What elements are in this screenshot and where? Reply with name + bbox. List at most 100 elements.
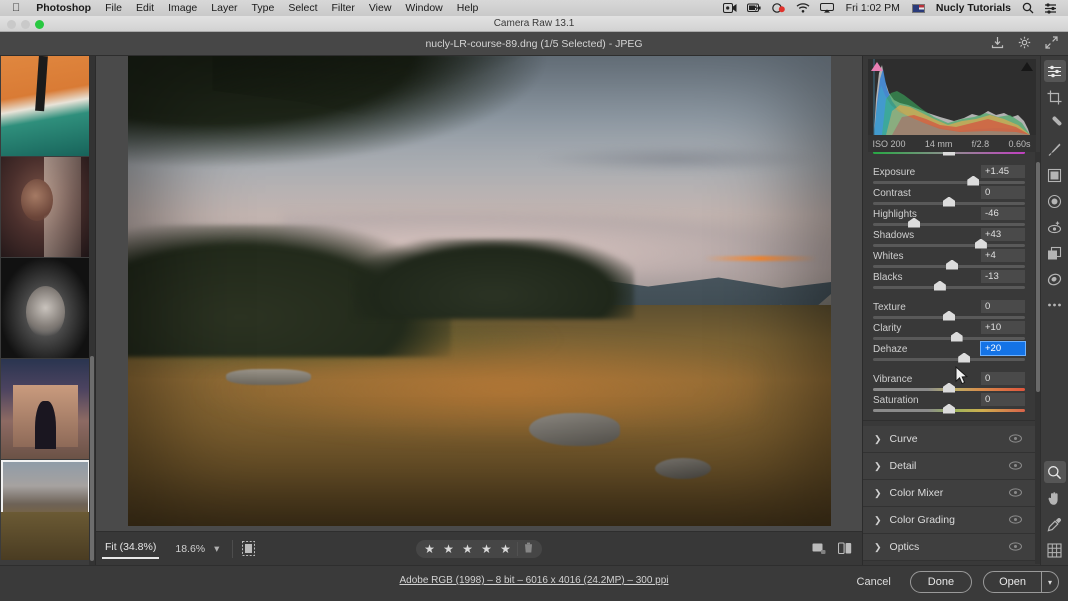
- slider-saturation-handle[interactable]: [943, 403, 955, 414]
- eye-icon[interactable]: [1009, 538, 1022, 556]
- filmstrip-panel[interactable]: [0, 56, 96, 565]
- preferences-gear-icon[interactable]: [1018, 36, 1031, 52]
- menu-item-window[interactable]: Window: [398, 2, 449, 14]
- slider-contrast-track[interactable]: [873, 196, 1025, 207]
- slider-texture-track[interactable]: [873, 310, 1025, 321]
- us-flag-icon[interactable]: [907, 3, 930, 13]
- menu-item-layer[interactable]: Layer: [204, 2, 244, 14]
- before-after-view-icon[interactable]: [838, 542, 852, 555]
- eye-icon[interactable]: [1009, 457, 1022, 475]
- zoom-tool[interactable]: [1043, 461, 1066, 483]
- slider-clarity-value[interactable]: +10: [981, 321, 1025, 334]
- slider-tint-handle[interactable]: [943, 152, 955, 156]
- eyedropper-tool[interactable]: [1044, 513, 1066, 535]
- menu-item-edit[interactable]: Edit: [129, 2, 161, 14]
- slider-clarity[interactable]: Clarity +10: [863, 321, 1035, 343]
- star-5[interactable]: ★: [496, 542, 515, 556]
- slider-clarity-track[interactable]: [873, 331, 1025, 342]
- menu-item-photoshop[interactable]: Photoshop: [29, 2, 98, 14]
- menu-item-file[interactable]: File: [98, 2, 129, 14]
- filmstrip-toggle-icon[interactable]: [242, 541, 256, 556]
- battery-icon[interactable]: [742, 3, 767, 13]
- grid-overlay-tool[interactable]: [1044, 539, 1066, 561]
- slider-exposure-handle[interactable]: [967, 175, 980, 186]
- highlight-clipping-indicator[interactable]: [1020, 62, 1033, 71]
- slider-clarity-handle[interactable]: [950, 331, 963, 342]
- single-view-icon[interactable]: [812, 542, 826, 555]
- slider-texture-value[interactable]: 0: [981, 300, 1025, 313]
- slider-blacks[interactable]: Blacks -13: [863, 270, 1035, 292]
- slider-contrast-value[interactable]: 0: [981, 186, 1025, 199]
- done-button[interactable]: Done: [909, 571, 973, 593]
- airplay-icon[interactable]: [815, 3, 839, 13]
- apple-logo-icon[interactable]: : [6, 2, 29, 14]
- menu-item-image[interactable]: Image: [161, 2, 204, 14]
- save-image-icon[interactable]: [991, 36, 1004, 52]
- section-curve[interactable]: ❯ Curve: [863, 426, 1035, 453]
- slider-shadows-track[interactable]: [873, 238, 1025, 249]
- slider-vibrance-track[interactable]: [873, 382, 1025, 393]
- slider-saturation-value[interactable]: 0: [981, 393, 1025, 406]
- thumbnail-3-portrait-bw[interactable]: [1, 258, 90, 358]
- section-optics[interactable]: ❯ Optics: [863, 534, 1035, 561]
- menu-item-type[interactable]: Type: [245, 2, 282, 14]
- masking-brush-tool[interactable]: [1044, 138, 1066, 160]
- snapshots-tool[interactable]: [1044, 268, 1066, 290]
- radial-mask-tool[interactable]: [1044, 190, 1066, 212]
- red-eye-tool[interactable]: [1044, 216, 1066, 238]
- thumbnail-1-aerial-beach[interactable]: [1, 56, 90, 156]
- slider-whites-handle[interactable]: [946, 259, 959, 270]
- slider-texture[interactable]: Texture 0: [863, 300, 1035, 322]
- star-1[interactable]: ★: [420, 542, 439, 556]
- star-rating-control[interactable]: ★ ★ ★ ★ ★: [416, 539, 542, 558]
- wifi-icon[interactable]: [791, 3, 815, 13]
- slider-vibrance-handle[interactable]: [943, 382, 955, 393]
- shadow-clipping-indicator[interactable]: [870, 62, 883, 71]
- slider-vibrance-value[interactable]: 0: [981, 372, 1025, 385]
- slider-exposure[interactable]: Exposure +1.45: [863, 165, 1035, 187]
- thumbnail-5-landscape[interactable]: [1, 460, 90, 560]
- menu-item-view[interactable]: View: [362, 2, 399, 14]
- eye-icon[interactable]: [1009, 511, 1022, 529]
- slider-contrast[interactable]: Contrast 0: [863, 186, 1035, 208]
- zoom-percent-dropdown[interactable]: 18.6% ▾: [165, 539, 223, 559]
- slider-exposure-value[interactable]: +1.45: [981, 165, 1025, 178]
- slider-saturation-track[interactable]: [873, 403, 1025, 414]
- menu-bar-clock[interactable]: Fri 1:02 PM: [839, 2, 907, 14]
- edit-panel-scroll-area[interactable]: Tint 0 Exposure +1.45 Contrast: [863, 152, 1040, 564]
- healing-brush-tool[interactable]: [1044, 112, 1066, 134]
- slider-blacks-track[interactable]: [873, 280, 1025, 291]
- slider-exposure-track[interactable]: [873, 175, 1025, 186]
- slider-highlights[interactable]: Highlights -46: [863, 207, 1035, 229]
- slider-blacks-value[interactable]: -13: [981, 270, 1025, 283]
- slider-dehaze-value[interactable]: +20: [980, 341, 1026, 356]
- thumbnail-2-portrait-veil[interactable]: [1, 157, 90, 257]
- menu-item-select[interactable]: Select: [281, 2, 324, 14]
- control-center-icon[interactable]: [1039, 2, 1062, 14]
- slider-dehaze-track[interactable]: [873, 352, 1025, 363]
- eye-icon[interactable]: [1009, 484, 1022, 502]
- close-button[interactable]: [7, 20, 16, 29]
- presets-tool[interactable]: [1044, 242, 1066, 264]
- slider-whites-value[interactable]: +4: [981, 249, 1025, 262]
- trash-icon[interactable]: [517, 541, 538, 556]
- slider-shadows-value[interactable]: +43: [981, 228, 1025, 241]
- slider-blacks-handle[interactable]: [933, 280, 946, 291]
- slider-whites[interactable]: Whites +4: [863, 249, 1035, 271]
- slider-saturation[interactable]: Saturation 0: [863, 393, 1035, 415]
- more-options-tool[interactable]: [1044, 294, 1066, 316]
- preview-image-landscape[interactable]: [128, 56, 831, 526]
- search-icon[interactable]: [1017, 2, 1039, 14]
- slider-dehaze-handle[interactable]: [958, 352, 971, 363]
- menu-item-filter[interactable]: Filter: [325, 2, 362, 14]
- eye-icon[interactable]: [1009, 430, 1022, 448]
- slider-tint-track[interactable]: [873, 152, 1025, 156]
- cancel-button[interactable]: Cancel: [849, 572, 899, 592]
- slider-vibrance[interactable]: Vibrance 0: [863, 372, 1035, 394]
- section-detail[interactable]: ❯ Detail: [863, 453, 1035, 480]
- gradient-mask-tool[interactable]: [1044, 164, 1066, 186]
- image-canvas[interactable]: [96, 56, 862, 531]
- section-color-mixer[interactable]: ❯ Color Mixer: [863, 480, 1035, 507]
- slider-whites-track[interactable]: [873, 259, 1025, 270]
- menu-bar-user[interactable]: Nucly Tutorials: [930, 2, 1017, 14]
